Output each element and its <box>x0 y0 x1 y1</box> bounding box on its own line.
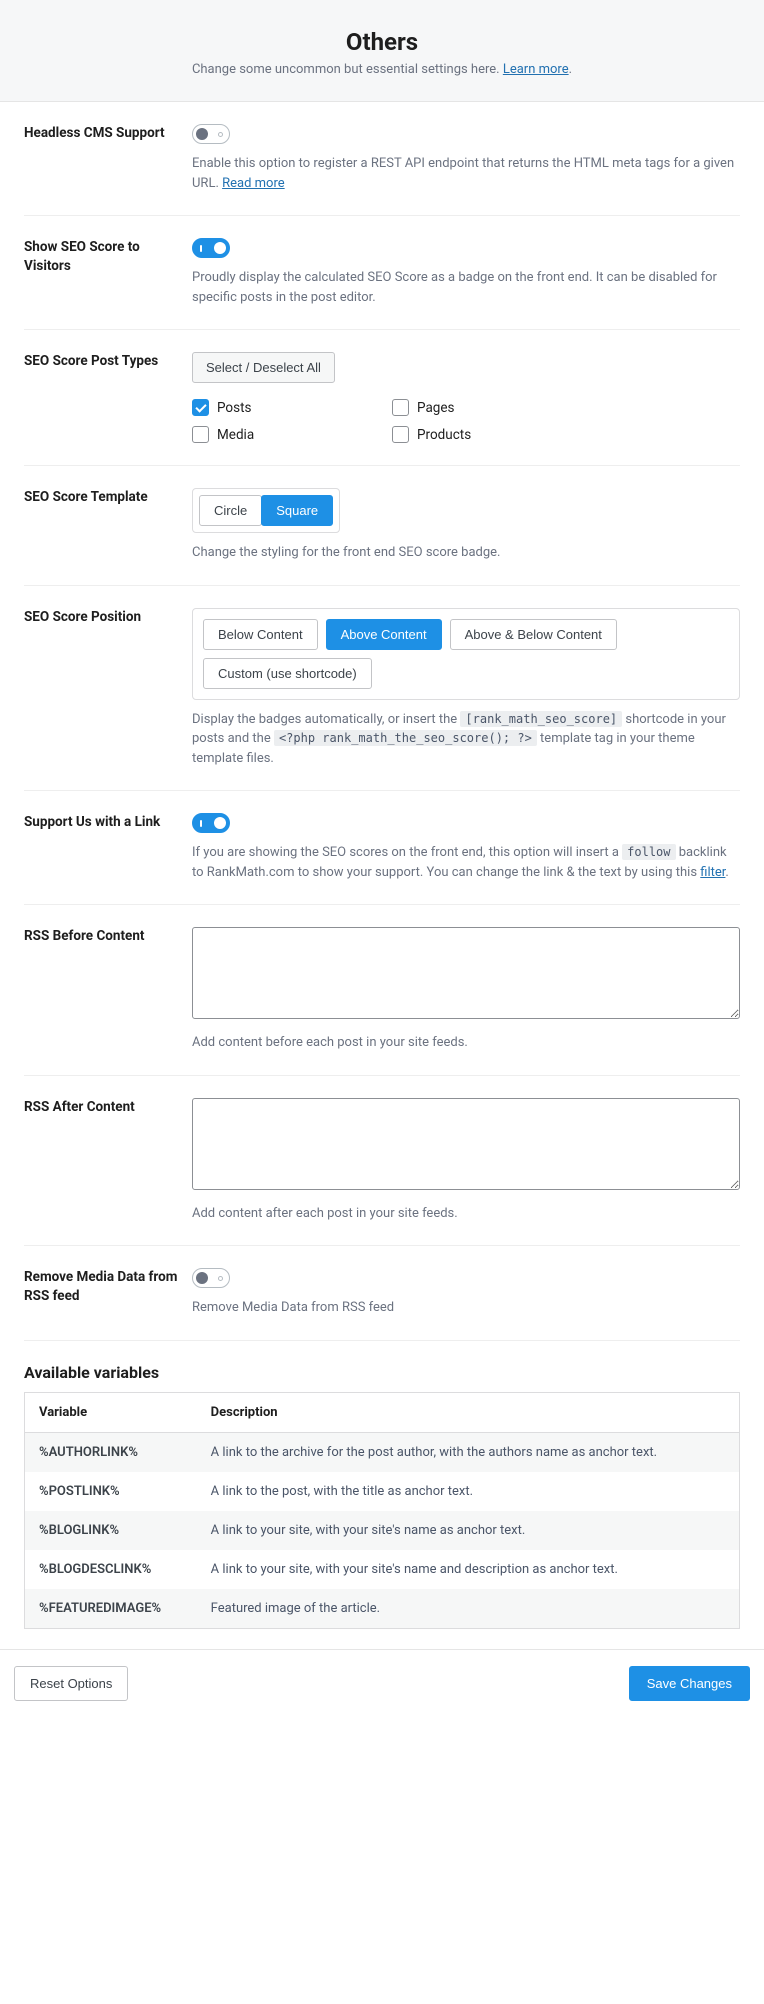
label-seo-visitors: Show SEO Score to Visitors <box>24 238 182 276</box>
follow-code: follow <box>622 844 675 860</box>
rss-before-textarea[interactable] <box>192 927 740 1019</box>
desc-seo-visitors: Proudly display the calculated SEO Score… <box>192 268 740 307</box>
table-row: %BLOGDESCLINK%A link to your site, with … <box>25 1550 740 1589</box>
variable-desc: A link to your site, with your site's na… <box>197 1511 740 1550</box>
table-row: %AUTHORLINK%A link to the archive for th… <box>25 1432 740 1472</box>
variable-desc: A link to your site, with your site's na… <box>197 1550 740 1589</box>
checkbox-icon[interactable] <box>192 399 209 416</box>
label-seo-template: SEO Score Template <box>24 488 182 507</box>
toggle-support-link[interactable] <box>192 813 230 833</box>
col-description: Description <box>197 1392 740 1432</box>
label-remove-media: Remove Media Data from RSS feed <box>24 1268 182 1306</box>
variable-desc: A link to the post, with the title as an… <box>197 1472 740 1511</box>
variable-name: %BLOGDESCLINK% <box>25 1550 197 1589</box>
row-seo-post-types: SEO Score Post Types Select / Deselect A… <box>24 330 740 466</box>
table-row: %BLOGLINK%A link to your site, with your… <box>25 1511 740 1550</box>
row-seo-position: SEO Score Position Below Content Above Co… <box>24 586 740 792</box>
toggle-remove-media[interactable] <box>192 1268 230 1288</box>
template-option[interactable]: Square <box>261 495 333 526</box>
shortcode-code: [rank_math_seo_score] <box>460 711 622 727</box>
variable-name: %POSTLINK% <box>25 1472 197 1511</box>
variables-table: Variable Description %AUTHORLINK%A link … <box>24 1392 740 1629</box>
row-rss-before: RSS Before Content Add content before ea… <box>24 905 740 1076</box>
page-title: Others <box>20 28 744 56</box>
label-rss-after: RSS After Content <box>24 1098 182 1117</box>
desc-seo-position: Display the badges automatically, or ins… <box>192 710 740 769</box>
seo-position-segment: Below Content Above Content Above & Below … <box>192 608 740 700</box>
label-seo-post-types: SEO Score Post Types <box>24 352 182 371</box>
reset-options-button[interactable]: Reset Options <box>14 1666 128 1701</box>
variables-section: Available variables Variable Description… <box>24 1363 740 1629</box>
position-option[interactable]: Above Content <box>326 619 442 650</box>
row-support-link: Support Us with a Link If you are showin… <box>24 791 740 905</box>
label-seo-position: SEO Score Position <box>24 608 182 627</box>
footer-bar: Reset Options Save Changes <box>0 1649 764 1717</box>
read-more-link[interactable]: Read more <box>222 176 285 191</box>
template-option[interactable]: Circle <box>199 495 262 526</box>
variable-desc: A link to the archive for the post autho… <box>197 1432 740 1472</box>
position-option[interactable]: Above & Below Content <box>450 619 617 650</box>
desc-seo-template: Change the styling for the front end SEO… <box>192 543 740 563</box>
settings-panel: Headless CMS Support Enable this option … <box>0 102 764 1629</box>
seo-template-segment: CircleSquare <box>192 488 340 533</box>
desc-rss-before: Add content before each post in your sit… <box>192 1033 740 1053</box>
page-header: Others Change some uncommon but essentia… <box>0 0 764 102</box>
row-seo-visitors: Show SEO Score to Visitors Proudly displ… <box>24 216 740 330</box>
position-option[interactable]: Below Content <box>203 619 318 650</box>
col-variable: Variable <box>25 1392 197 1432</box>
page-subtitle: Change some uncommon but essential setti… <box>20 62 744 77</box>
row-remove-media: Remove Media Data from RSS feed Remove M… <box>24 1246 740 1341</box>
checkbox-icon[interactable] <box>192 426 209 443</box>
php-tag-code: <?php rank_math_the_seo_score(); ?> <box>274 730 537 746</box>
label-support-link: Support Us with a Link <box>24 813 182 832</box>
table-row: %POSTLINK%A link to the post, with the t… <box>25 1472 740 1511</box>
checkbox-icon[interactable] <box>392 399 409 416</box>
checkbox-label: Pages <box>417 400 455 416</box>
desc-support-link: If you are showing the SEO scores on the… <box>192 843 740 882</box>
filter-link[interactable]: filter <box>700 865 725 880</box>
table-row: %FEATUREDIMAGE%Featured image of the art… <box>25 1589 740 1629</box>
label-headless-cms: Headless CMS Support <box>24 124 182 143</box>
learn-more-link[interactable]: Learn more <box>503 62 569 77</box>
variable-name: %FEATUREDIMAGE% <box>25 1589 197 1629</box>
save-changes-button[interactable]: Save Changes <box>629 1666 750 1701</box>
row-seo-template: SEO Score Template CircleSquare Change t… <box>24 466 740 586</box>
label-rss-before: RSS Before Content <box>24 927 182 946</box>
toggle-headless-cms[interactable] <box>192 124 230 144</box>
checkbox-item[interactable]: Pages <box>392 399 572 416</box>
checkbox-item[interactable]: Posts <box>192 399 372 416</box>
checkbox-label: Posts <box>217 400 251 416</box>
row-rss-after: RSS After Content Add content after each… <box>24 1076 740 1247</box>
rss-after-textarea[interactable] <box>192 1098 740 1190</box>
checkbox-icon[interactable] <box>392 426 409 443</box>
variable-name: %BLOGLINK% <box>25 1511 197 1550</box>
variable-desc: Featured image of the article. <box>197 1589 740 1629</box>
toggle-seo-visitors[interactable] <box>192 238 230 258</box>
post-types-grid: Posts Pages Media Products <box>192 399 572 443</box>
variable-name: %AUTHORLINK% <box>25 1432 197 1472</box>
desc-rss-after: Add content after each post in your site… <box>192 1204 740 1224</box>
checkbox-item[interactable]: Media <box>192 426 372 443</box>
checkbox-item[interactable]: Products <box>392 426 572 443</box>
desc-headless-cms: Enable this option to register a REST AP… <box>192 154 740 193</box>
row-headless-cms: Headless CMS Support Enable this option … <box>24 102 740 216</box>
checkbox-label: Products <box>417 427 471 443</box>
select-deselect-all-button[interactable]: Select / Deselect All <box>192 352 335 383</box>
position-option[interactable]: Custom (use shortcode) <box>203 658 372 689</box>
variables-heading: Available variables <box>24 1363 740 1382</box>
desc-remove-media: Remove Media Data from RSS feed <box>192 1298 740 1318</box>
checkbox-label: Media <box>217 427 254 443</box>
